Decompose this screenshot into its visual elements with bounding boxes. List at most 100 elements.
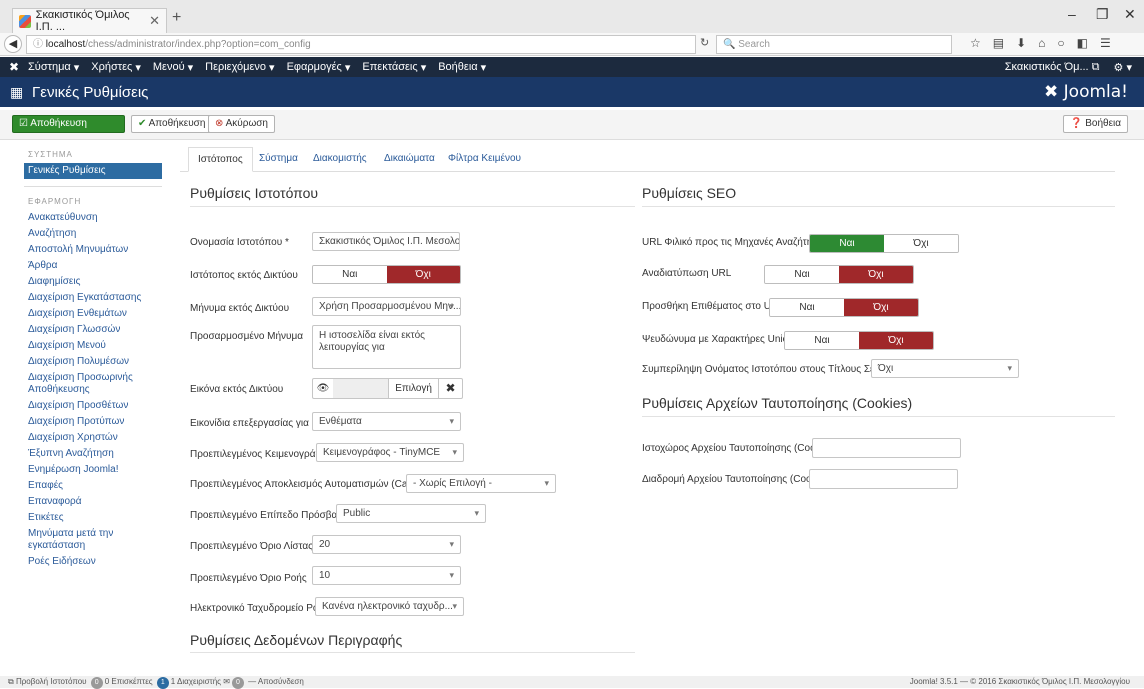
logout-link[interactable]: — Αποσύνδεση [248, 677, 304, 686]
save-close-button[interactable]: ☑ Αποθήκευση [12, 115, 125, 133]
yes-option[interactable]: Ναι [785, 332, 859, 349]
bookmark-star-icon[interactable]: ☆ [970, 36, 981, 50]
sidebar-item[interactable]: Επαφές [24, 478, 162, 494]
extension-icon[interactable]: ◧ [1077, 36, 1088, 50]
chat-icon[interactable]: ○ [1057, 36, 1064, 50]
url-rewrite-toggle[interactable]: Ναι Όχι [764, 265, 914, 284]
reload-icon[interactable]: ↻ [700, 36, 714, 52]
joomla-logo-icon[interactable]: ✖ [0, 60, 28, 74]
new-tab-icon[interactable]: + [172, 9, 181, 27]
captcha-select[interactable]: - Χωρίς Επιλογή - [406, 474, 556, 493]
user-gear-icon[interactable]: ⚙ ▾ [1114, 61, 1132, 74]
no-option[interactable]: Όχι [859, 332, 933, 349]
maximize-icon[interactable]: ❐ [1096, 6, 1109, 23]
access-level-select[interactable]: Public [336, 504, 486, 523]
search-input[interactable]: 🔍 Search [716, 35, 952, 54]
access-level-label: Προεπιλεγμένο Επίπεδο Πρόσβασης [190, 510, 354, 521]
list-limit-select[interactable]: 20 [312, 535, 461, 554]
minimize-icon[interactable]: – [1068, 6, 1076, 22]
seo-settings-heading: Ρυθμίσεις SEO [642, 185, 737, 201]
yes-option[interactable]: Ναι [765, 266, 839, 283]
sidebar-item[interactable]: Έξυπνη Αναζήτηση [24, 446, 162, 462]
site-offline-toggle[interactable]: Ναι Όχι [312, 265, 461, 284]
sidebar-item[interactable]: Διαχείριση Εγκατάστασης [24, 290, 162, 306]
home-icon[interactable]: ⌂ [1038, 36, 1045, 50]
site-settings-heading: Ρυθμίσεις Ιστοτόπου [190, 185, 319, 201]
sidebar-item[interactable]: Ετικέτες [24, 510, 162, 526]
sidebar-item[interactable]: Διαχείριση Χρηστών [24, 430, 162, 446]
sidebar-item[interactable]: Άρθρα [24, 258, 162, 274]
menu-system[interactable]: Σύστημα ▾ [28, 61, 79, 74]
default-editor-select[interactable]: Κειμενογράφος - TinyMCE [316, 443, 464, 462]
no-option[interactable]: Όχι [884, 235, 958, 252]
no-option[interactable]: Όχι [839, 266, 913, 283]
sidebar-item[interactable]: Διαχείριση Ενθεμάτων [24, 306, 162, 322]
sidebar-item[interactable]: Διαχείριση Γλωσσών [24, 322, 162, 338]
help-button[interactable]: ❓ Βοήθεια [1063, 115, 1129, 133]
feed-email-select[interactable]: Κανένα ηλεκτρονικό ταχυδρ... [315, 597, 464, 616]
view-site-link[interactable]: ⧉ Προβολή Ιστοτόπου [0, 677, 87, 686]
sidebar-item-global-configuration[interactable]: Γενικές Ρυθμίσεις [24, 163, 162, 179]
cookie-path-input[interactable] [809, 469, 958, 489]
custom-message-textarea[interactable]: Η ιστοσελίδα είναι εκτός λειτουργίας για [312, 325, 461, 369]
reading-list-icon[interactable]: ▤ [993, 36, 1004, 50]
sidebar-item[interactable]: Διαχείριση Προσωρινής Αποθήκευσης [24, 370, 162, 398]
site-name-input[interactable]: Σκακιστικός Όμιλος Ι.Π. Μεσολογγί [312, 232, 460, 251]
browser-tab[interactable]: Σκακιστικός Όμιλος Ι.Π. ... ✕ [12, 8, 167, 33]
menu-icon[interactable]: ☰ [1100, 36, 1111, 50]
yes-option[interactable]: Ναι [770, 299, 844, 316]
sidebar-item[interactable]: Διαχείριση Μενού [24, 338, 162, 354]
sidebar-heading-system: ΣΥΣΤΗΜΑ [28, 150, 73, 159]
menu-extensions[interactable]: Επεκτάσεις ▾ [362, 61, 426, 74]
sidebar-item[interactable]: Ανακατεύθυνση [24, 210, 162, 226]
menu-content[interactable]: Περιεχόμενο ▾ [205, 61, 274, 74]
yes-option[interactable]: Ναι [810, 235, 884, 252]
sidebar-item[interactable]: Ροές Ειδήσεων [24, 554, 162, 570]
sidebar-item[interactable]: Διαχείριση Προτύπων [24, 414, 162, 430]
download-icon[interactable]: ⬇ [1016, 36, 1026, 50]
sidebar-item[interactable]: Αποστολή Μηνυμάτων [24, 242, 162, 258]
save-button[interactable]: ✔ Αποθήκευση [131, 115, 213, 133]
yes-option[interactable]: Ναι [313, 266, 387, 283]
messages-icon[interactable]: ✉ [223, 677, 230, 686]
edit-icons-select[interactable]: Ενθέματα [312, 412, 461, 431]
menu-help[interactable]: Βοήθεια ▾ [438, 61, 486, 74]
tab-site[interactable]: Ιστότοπος [188, 147, 253, 172]
sidebar-item[interactable]: Διαφημίσεις [24, 274, 162, 290]
menu-components[interactable]: Εφαρμογές ▾ [287, 61, 351, 74]
preview-eye-icon[interactable]: 👁 [313, 379, 333, 398]
sidebar-item[interactable]: Αναζήτηση [24, 226, 162, 242]
sidebar-item[interactable]: Διαχείριση Πολυμέσων [24, 354, 162, 370]
no-option[interactable]: Όχι [386, 266, 460, 283]
select-image-button[interactable]: Επιλογή [388, 379, 438, 398]
offline-message-select[interactable]: Χρήση Προσαρμοσμένου Μην... [312, 297, 461, 316]
tab-system[interactable]: Σύστημα [250, 147, 307, 172]
menu-users[interactable]: Χρήστες ▾ [91, 61, 141, 74]
sidebar-item[interactable]: Επαναφορά [24, 494, 162, 510]
tab-server[interactable]: Διακομιστής [304, 147, 376, 172]
feed-limit-select[interactable]: 10 [312, 566, 461, 585]
back-icon[interactable]: ◀ [4, 35, 22, 53]
sef-urls-toggle[interactable]: Ναι Όχι [809, 234, 959, 253]
search-placeholder: Search [738, 39, 770, 50]
close-tab-icon[interactable]: ✕ [149, 13, 160, 29]
tab-permissions[interactable]: Δικαιώματα [375, 147, 444, 172]
no-option[interactable]: Όχι [844, 299, 918, 316]
sidebar-item[interactable]: Διαχείριση Προσθέτων [24, 398, 162, 414]
sidebar-item[interactable]: Ενημέρωση Joomla! [24, 462, 162, 478]
unicode-aliases-toggle[interactable]: Ναι Όχι [784, 331, 934, 350]
divider [190, 206, 635, 207]
close-window-icon[interactable]: ✕ [1124, 6, 1136, 23]
url-suffix-toggle[interactable]: Ναι Όχι [769, 298, 919, 317]
sitename-in-titles-select[interactable]: Όχι [871, 359, 1019, 378]
url-input[interactable]: ⓘ localhost/chess/administrator/index.ph… [26, 35, 696, 54]
clear-image-icon[interactable]: ✖ [438, 379, 462, 398]
status-bar: ⧉ Προβολή Ιστοτόπου 00 Επισκέπτες 11 Δια… [0, 676, 1144, 689]
tab-text-filters[interactable]: Φίλτρα Κειμένου [439, 147, 530, 172]
menu-menus[interactable]: Μενού ▾ [153, 61, 193, 74]
sidebar-item[interactable]: Μηνύματα μετά την εγκατάσταση [24, 526, 162, 554]
unicode-aliases-label: Ψευδώνυμα με Χαρακτήρες Unicode [642, 334, 805, 345]
site-link[interactable]: Σκακιστικός Όμ... ⧉ [1005, 61, 1100, 74]
cancel-button[interactable]: ⊗ Ακύρωση [208, 115, 275, 133]
cookie-domain-input[interactable] [812, 438, 961, 458]
